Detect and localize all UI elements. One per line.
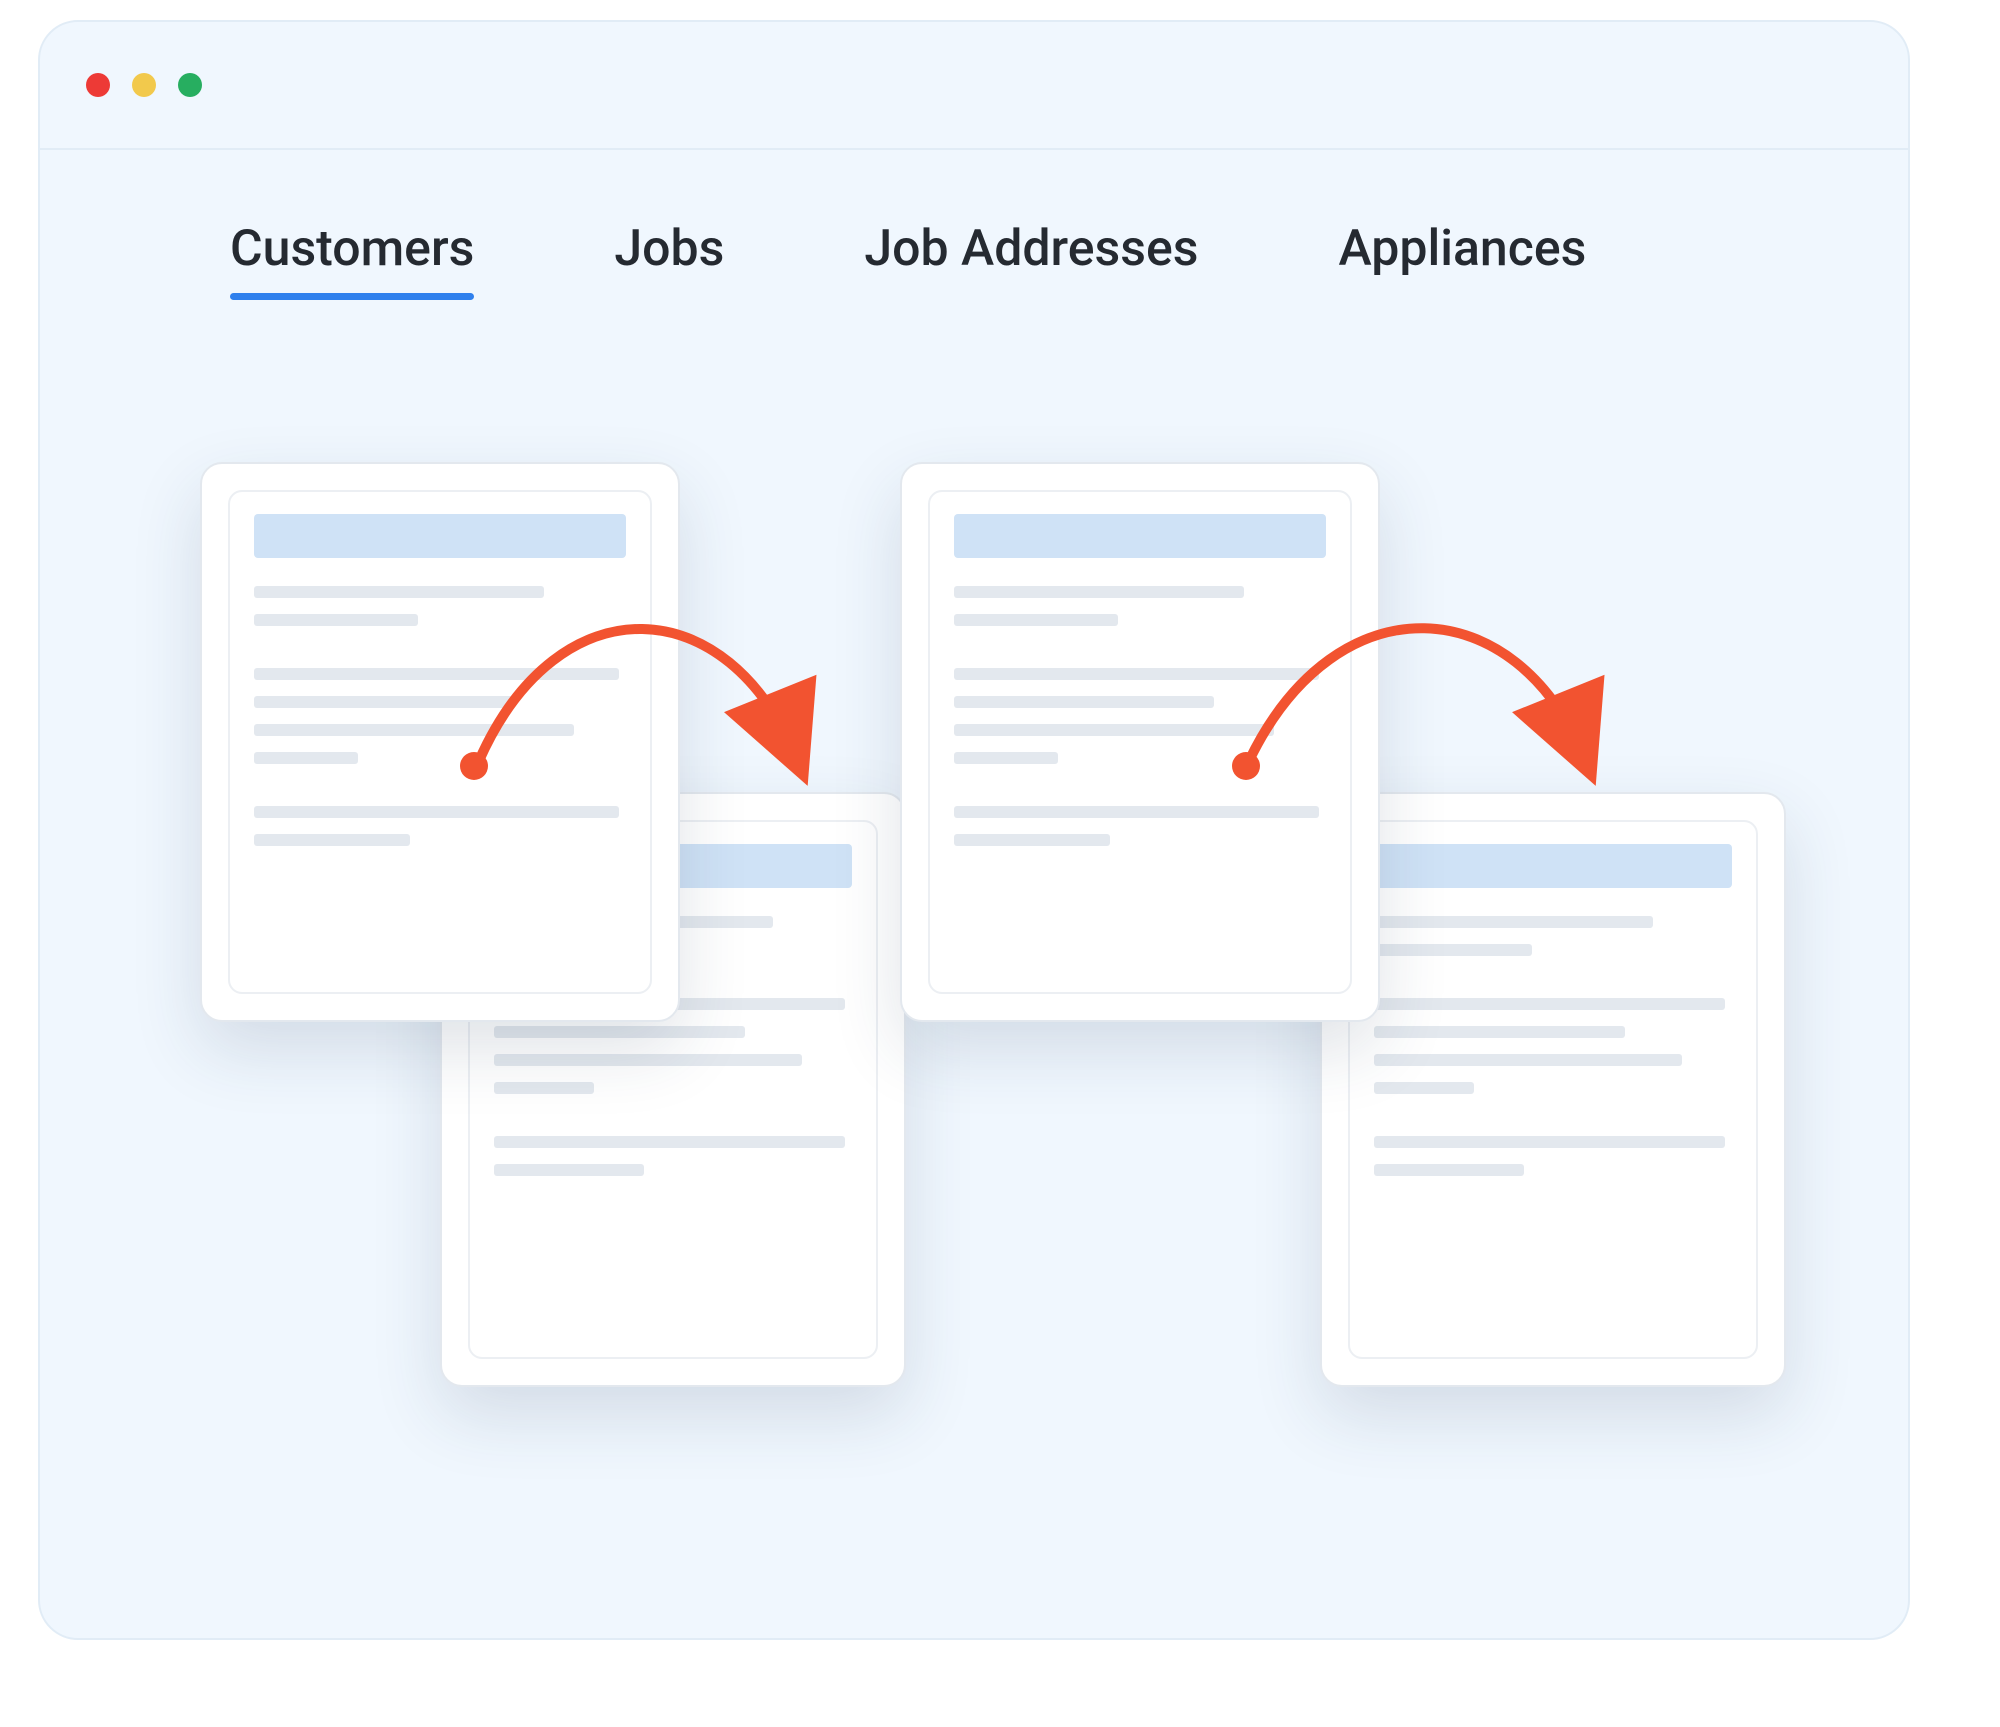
text-line-placeholder (954, 586, 1244, 598)
text-line-placeholder (494, 1164, 644, 1176)
text-line-placeholder (1374, 1164, 1524, 1176)
text-line-placeholder (954, 834, 1110, 846)
tab-jobs[interactable]: Jobs (614, 220, 724, 300)
text-line-placeholder (954, 696, 1214, 708)
text-line-placeholder (1374, 1054, 1682, 1066)
text-line-placeholder (1374, 1136, 1725, 1148)
tab-label: Jobs (614, 220, 724, 278)
close-icon[interactable] (86, 73, 110, 97)
tab-bar: Customers Jobs Job Addresses Appliances (40, 150, 1908, 300)
document-header-placeholder (1374, 844, 1732, 888)
text-line-placeholder (494, 1026, 745, 1038)
text-line-placeholder (254, 806, 619, 818)
document-header-placeholder (954, 514, 1326, 558)
tab-label: Job Addresses (864, 220, 1198, 278)
text-line-placeholder (954, 614, 1118, 626)
text-line-placeholder (1374, 1026, 1625, 1038)
text-line-placeholder (1374, 944, 1532, 956)
document-body (228, 490, 652, 994)
text-line-placeholder (954, 752, 1058, 764)
document-card[interactable] (200, 462, 680, 1022)
text-line-placeholder (254, 668, 619, 680)
text-line-placeholder (1374, 1082, 1474, 1094)
zoom-icon[interactable] (178, 73, 202, 97)
document-body (1348, 820, 1758, 1359)
window-titlebar (40, 22, 1908, 150)
text-line-placeholder (1374, 998, 1725, 1010)
tab-appliances[interactable]: Appliances (1339, 220, 1587, 300)
text-line-placeholder (954, 668, 1319, 680)
tab-job-addresses[interactable]: Job Addresses (864, 220, 1198, 300)
text-line-placeholder (254, 696, 514, 708)
tab-label: Customers (230, 220, 474, 278)
text-line-placeholder (254, 834, 410, 846)
drag-handle-icon[interactable] (460, 752, 488, 780)
text-line-placeholder (254, 614, 418, 626)
minimize-icon[interactable] (132, 73, 156, 97)
text-line-placeholder (494, 1136, 845, 1148)
tab-label: Appliances (1339, 220, 1587, 278)
text-line-placeholder (954, 806, 1319, 818)
text-line-placeholder (1374, 916, 1653, 928)
text-line-placeholder (254, 752, 358, 764)
tab-customers[interactable]: Customers (230, 220, 474, 300)
app-window: Customers Jobs Job Addresses Appliances (38, 20, 1910, 1640)
text-line-placeholder (254, 586, 544, 598)
document-header-placeholder (254, 514, 626, 558)
document-card[interactable] (1320, 792, 1786, 1387)
text-line-placeholder (954, 724, 1274, 736)
document-body (928, 490, 1352, 994)
drag-handle-icon[interactable] (1232, 752, 1260, 780)
text-line-placeholder (494, 1082, 594, 1094)
document-card[interactable] (900, 462, 1380, 1022)
text-line-placeholder (494, 1054, 802, 1066)
text-line-placeholder (254, 724, 574, 736)
